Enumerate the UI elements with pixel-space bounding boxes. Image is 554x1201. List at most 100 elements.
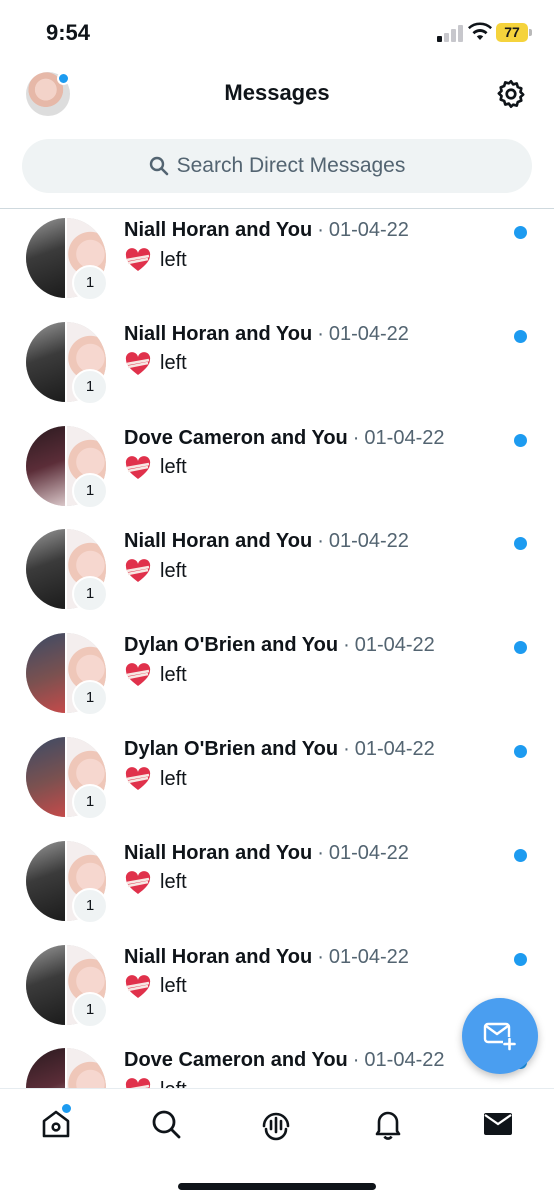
separator-dot: · xyxy=(343,634,350,657)
separator-dot: · xyxy=(352,426,360,449)
conversation-row[interactable]: 1 Niall Horan and You · 01-04-22 left xyxy=(0,313,554,417)
mending-heart-icon xyxy=(125,767,151,790)
participant-count-badge: 1 xyxy=(72,887,108,924)
conversation-header: Niall Horan and You · 01-04-22 xyxy=(124,323,409,346)
conversation-date: 01-04-22 xyxy=(328,219,409,241)
unread-indicator xyxy=(514,537,527,551)
participant-count-badge: 1 xyxy=(72,784,108,820)
wifi-icon xyxy=(468,22,492,40)
conversation-header: Dove Cameron and You · 01-04-22 xyxy=(124,427,444,450)
conversation-row[interactable]: 1 Niall Horan and You · 01-04-22 left xyxy=(0,520,554,624)
conversation-row[interactable]: 1 Dylan O'Brien and You · 01-04-22 left xyxy=(0,728,554,832)
conversation-name: Dove Cameron and You xyxy=(124,426,348,449)
unread-indicator xyxy=(514,848,527,862)
conversation-row[interactable]: 1 Dove Cameron and You·01-04-22 left xyxy=(0,417,554,521)
participant-avatar xyxy=(26,840,65,921)
participant-avatar xyxy=(26,944,65,1025)
home-indicator xyxy=(178,1183,376,1190)
header: Messages xyxy=(0,66,554,126)
unread-indicator xyxy=(514,641,527,655)
conversation-date: 01-04-22 xyxy=(328,841,409,864)
conversation-header: Dylan O'Brien and You · 01-04-22 xyxy=(124,634,435,657)
search-icon[interactable] xyxy=(149,1107,183,1141)
conversation-row[interactable]: 1 Niall Horan and You · 01-04-22 left xyxy=(0,832,554,936)
participant-avatar xyxy=(26,425,65,506)
mending-heart-icon xyxy=(125,870,151,894)
spaces-icon[interactable] xyxy=(259,1107,293,1141)
last-message-text: left xyxy=(160,767,187,790)
own-avatar xyxy=(67,1048,106,1089)
unread-indicator xyxy=(514,226,527,239)
page-title: Messages xyxy=(224,80,330,105)
mail-icon[interactable] xyxy=(481,1107,515,1141)
mending-heart-icon xyxy=(125,974,151,998)
participant-count-badge: 1 xyxy=(72,265,108,301)
mending-heart-icon xyxy=(125,351,151,375)
participant-avatar xyxy=(26,218,65,298)
conversation-list[interactable]: 1 Niall Horan and You · 01-04-22 left 1 Niall … xyxy=(0,209,554,1089)
unread-indicator xyxy=(514,952,527,966)
conversation-header: Niall Horan and You · 01-04-22 xyxy=(124,530,409,553)
mending-heart-icon xyxy=(125,248,151,271)
last-message-text: left xyxy=(160,248,187,271)
search-input[interactable]: Search Direct Messages xyxy=(22,139,532,193)
cellular-signal-icon xyxy=(437,25,463,42)
unread-indicator xyxy=(514,745,527,758)
separator-dot: · xyxy=(317,530,324,553)
mending-heart-icon xyxy=(125,455,151,479)
conversation-date: 01-04-22 xyxy=(328,322,409,345)
last-message-text: left xyxy=(160,456,187,479)
separator-dot: · xyxy=(352,1049,360,1072)
conversation-row[interactable]: 1 Niall Horan and You · 01-04-22 left xyxy=(0,209,554,313)
last-message: left xyxy=(124,974,187,1000)
conversation-header: Niall Horan and You · 01-04-22 xyxy=(124,842,409,865)
conversation-date: 01-04-22 xyxy=(328,945,409,968)
conversation-date: 01-04-22 xyxy=(328,530,409,553)
separator-dot: · xyxy=(317,219,324,241)
conversation-name: Niall Horan and You xyxy=(124,322,313,345)
conversation-name: Dove Cameron and You xyxy=(124,1049,348,1072)
last-message-text: left xyxy=(160,663,187,686)
unread-indicator xyxy=(514,433,527,447)
last-message-text: left xyxy=(160,871,187,894)
last-message: left xyxy=(124,662,187,688)
conversation-avatar xyxy=(26,1048,106,1089)
conversation-date: 01-04-22 xyxy=(364,1049,445,1072)
conversation-header: Niall Horan and You · 01-04-22 xyxy=(124,946,409,969)
separator-dot: · xyxy=(343,738,350,760)
search-placeholder: Search Direct Messages xyxy=(176,154,406,177)
participant-count-badge: 1 xyxy=(72,991,108,1028)
status-time: 9:54 xyxy=(46,20,91,45)
gear-icon[interactable] xyxy=(495,78,527,110)
participant-count-badge: 1 xyxy=(72,472,108,509)
conversation-name: Dylan O'Brien and You xyxy=(124,738,339,760)
participant-avatar xyxy=(26,633,65,714)
participant-count-badge: 1 xyxy=(72,680,108,717)
participant-count-badge: 1 xyxy=(72,368,108,405)
search-icon xyxy=(149,156,168,176)
last-message: left xyxy=(124,558,187,584)
new-message-button[interactable] xyxy=(462,998,538,1074)
home-notification-dot xyxy=(60,1102,73,1115)
conversation-name: Niall Horan and You xyxy=(124,219,313,241)
conversation-name: Niall Horan and You xyxy=(124,945,313,968)
last-message-text: left xyxy=(160,559,187,582)
last-message-text: left xyxy=(160,975,187,998)
new-message-icon xyxy=(483,1022,516,1051)
conversation-date: 01-04-22 xyxy=(364,426,445,449)
last-message-text: left xyxy=(160,352,187,375)
conversation-name: Dylan O'Brien and You xyxy=(124,634,339,657)
last-message: left xyxy=(124,766,187,792)
last-message: left xyxy=(124,351,187,377)
last-message: left xyxy=(124,870,187,896)
participant-avatar xyxy=(26,529,65,610)
last-message: left xyxy=(124,455,187,481)
participant-avatar xyxy=(26,1048,65,1089)
separator-dot: · xyxy=(317,945,324,968)
conversation-header: Niall Horan and You · 01-04-22 xyxy=(124,219,409,242)
conversation-date: 01-04-22 xyxy=(354,738,435,760)
bell-icon[interactable] xyxy=(371,1107,405,1141)
conversation-row[interactable]: 1 Dylan O'Brien and You · 01-04-22 left xyxy=(0,624,554,728)
participant-avatar xyxy=(26,737,65,817)
conversation-name: Niall Horan and You xyxy=(124,530,313,553)
